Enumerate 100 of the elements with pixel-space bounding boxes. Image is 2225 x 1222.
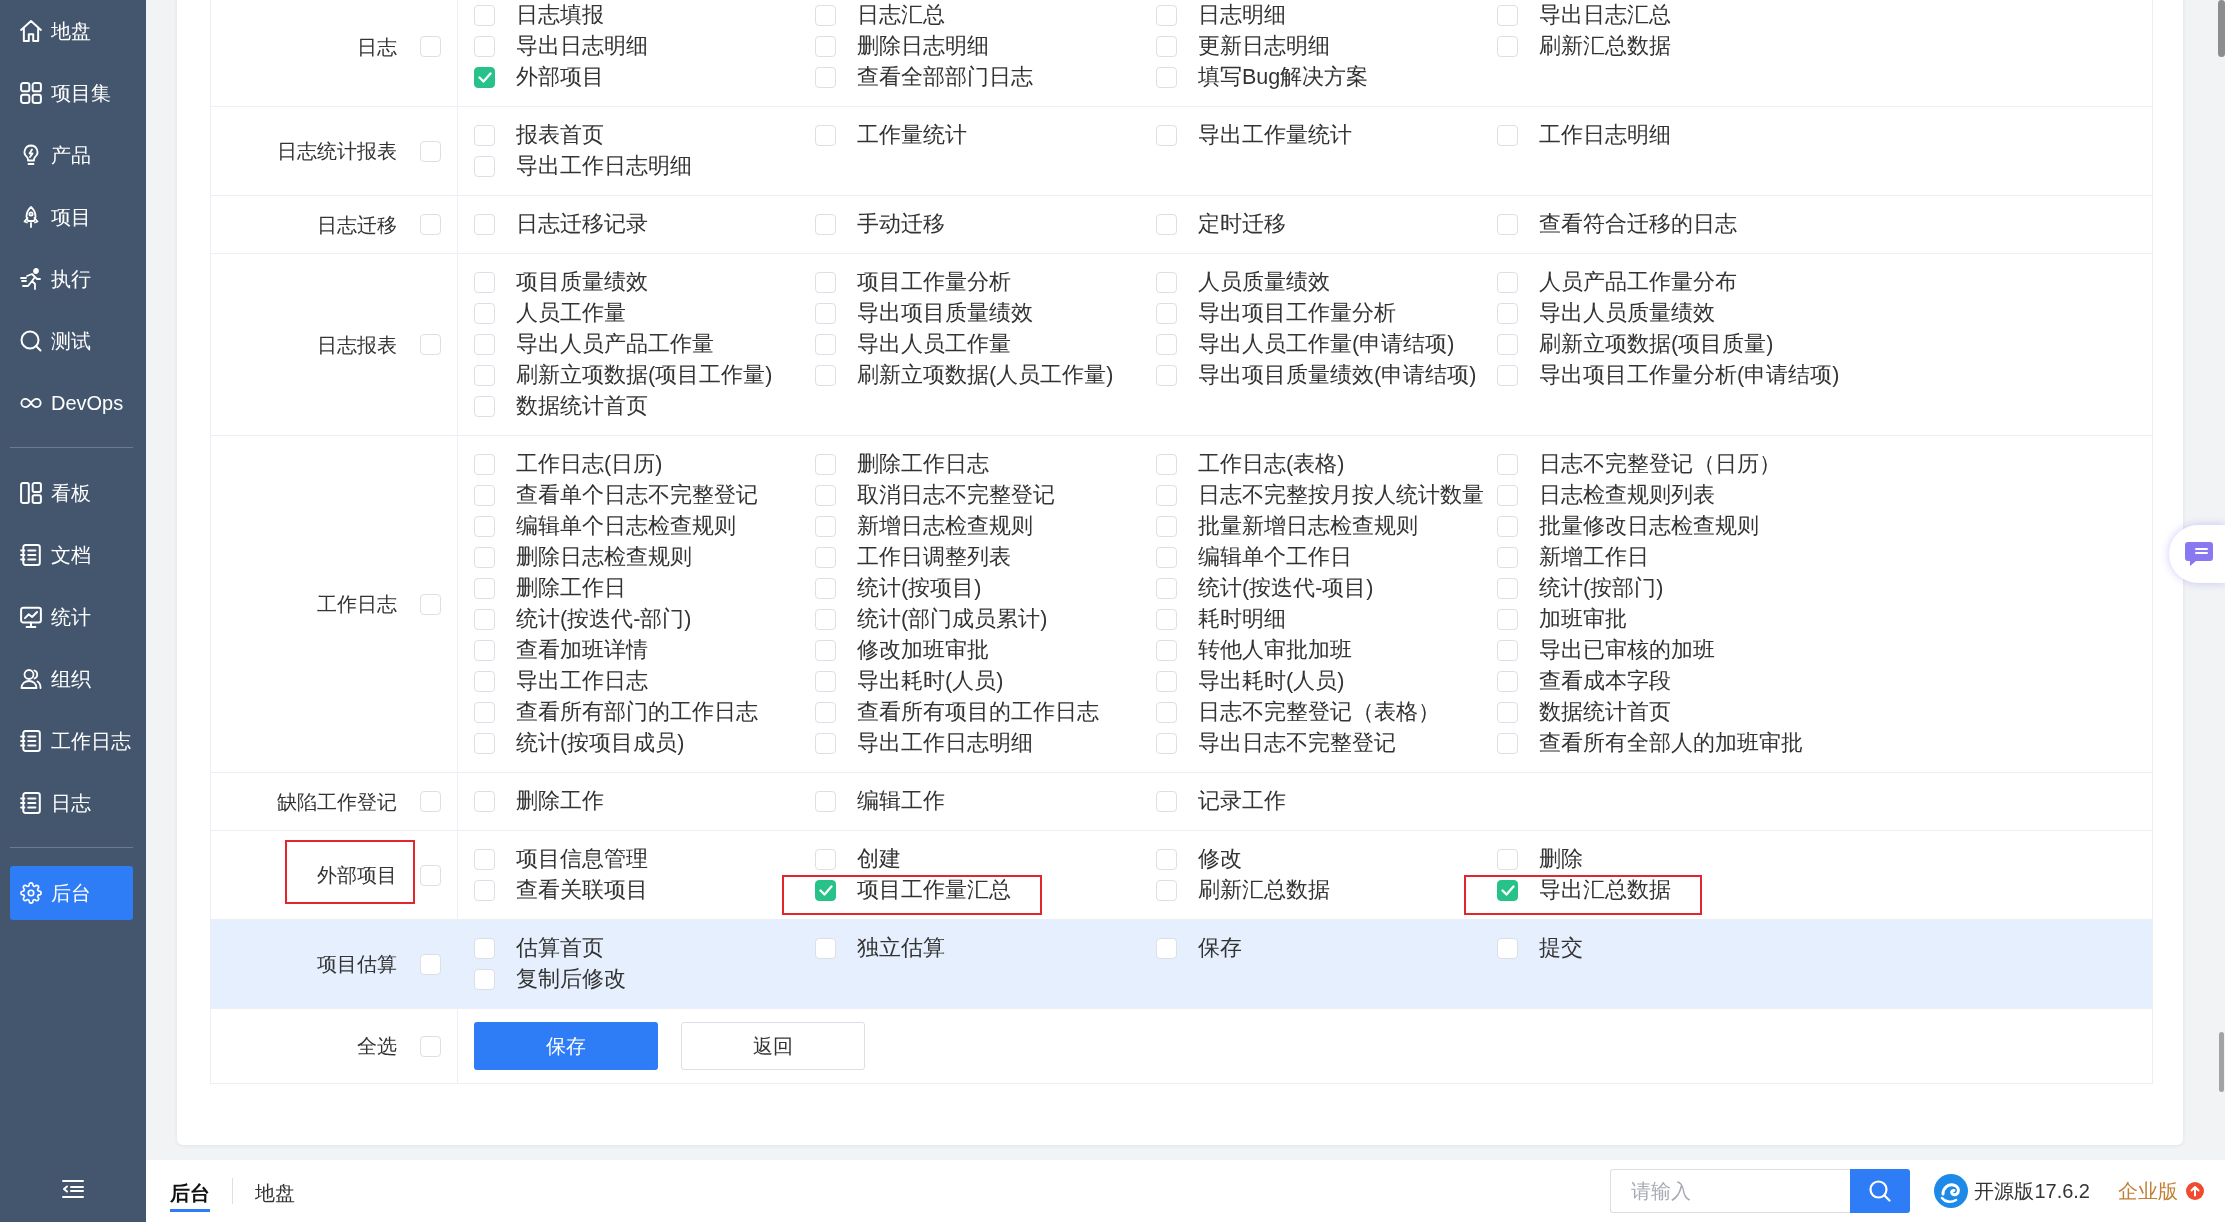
permission-label: 批量修改日志检查规则 [1539, 513, 1759, 540]
permission-label: 手动迁移 [857, 211, 945, 238]
back-button[interactable]: 返回 [681, 1022, 865, 1070]
checkbox[interactable] [474, 67, 495, 88]
permission-label: 导出人员质量绩效 [1539, 300, 1715, 327]
permission-label: 导出已审核的加班 [1539, 637, 1715, 664]
permission-label: 耗时明细 [1198, 606, 1286, 633]
sidebar-item[interactable]: 测试 [10, 314, 133, 368]
permission-label: 删除 [1539, 846, 1583, 873]
permission-label: 导出日志不完整登记 [1198, 730, 1396, 757]
sidebar-item[interactable]: 组织 [10, 652, 133, 706]
section-label: 工作日志 [317, 592, 397, 617]
save-button[interactable]: 保存 [474, 1022, 658, 1070]
section-label: 全选 [357, 1034, 397, 1059]
section-label: 日志迁移 [317, 212, 397, 238]
permission-label: 统计(按迭代-项目) [1198, 575, 1374, 602]
sidebar-item[interactable]: 项目集 [10, 66, 133, 120]
permission-label: 删除工作日志 [857, 451, 989, 478]
sidebar-item[interactable]: 产品 [10, 128, 133, 182]
section-label: 项目估算 [317, 952, 397, 977]
permission-label: 导出耗时(人员) [1198, 668, 1345, 695]
search-icon [1869, 1180, 1892, 1202]
permission-label: 数据统计首页 [1539, 699, 1671, 726]
checkmark-icon [818, 885, 833, 896]
board-icon [20, 482, 42, 504]
permission-label: 定时迁移 [1198, 211, 1286, 238]
permission-label: 工作日志明细 [1539, 122, 1671, 149]
section-label: 外部项目 [317, 863, 397, 888]
permission-label: 日志迁移记录 [516, 211, 648, 238]
permission-label: 项目工作量分析 [857, 269, 1011, 296]
permission-label: 刷新汇总数据 [1539, 33, 1671, 60]
permission-label: 复制后修改 [516, 966, 626, 993]
monitor-icon [20, 606, 42, 628]
permission-label: 导出工作日志明细 [516, 153, 692, 180]
permission-label: 删除日志明细 [857, 33, 989, 60]
permission-label: 项目质量绩效 [516, 269, 648, 296]
permission-label: 导出工作日志 [516, 668, 648, 695]
scrollbar-thumb[interactable] [2219, 1032, 2224, 1092]
permission-label: 统计(部门成员累计) [857, 606, 1048, 633]
sidebar-item[interactable]: 文档 [10, 528, 133, 582]
permission-label: 记录工作 [1198, 788, 1286, 815]
search-field[interactable]: 请输入 [1610, 1169, 1851, 1213]
permission-label: 工作量统计 [857, 122, 967, 149]
permission-label: 人员产品工作量分布 [1539, 269, 1737, 296]
permission-label: 外部项目 [516, 64, 604, 91]
permission-label: 统计(按项目成员) [516, 730, 685, 757]
scrollbar-thumb[interactable] [2218, 0, 2225, 57]
tab[interactable]: 后台 [170, 1174, 210, 1212]
permission-label: 导出项目质量绩效(申请结项) [1198, 362, 1477, 389]
permission-label: 报表首页 [516, 122, 604, 149]
permission-label: 统计(按部门) [1539, 575, 1664, 602]
permission-label: 批量新增日志检查规则 [1198, 513, 1418, 540]
permission-label: 刷新立项数据(项目质量) [1539, 331, 1774, 358]
permission-label: 导出耗时(人员) [857, 668, 1004, 695]
sidebar-item[interactable]: 日志 [10, 776, 133, 830]
version-label: 开源版17.6.2 [1974, 1178, 2090, 1204]
permission-label: 日志填报 [516, 2, 604, 29]
permission-label: 查看加班详情 [516, 637, 648, 664]
chat-button[interactable] [2169, 525, 2225, 583]
permission-label: 独立估算 [857, 935, 945, 962]
permission-label: 导出人员工作量(申请结项) [1198, 331, 1455, 358]
permission-label: 刷新立项数据(项目工作量) [516, 362, 773, 389]
permission-label: 数据统计首页 [516, 393, 648, 420]
permission-label: 日志检查规则列表 [1539, 482, 1715, 509]
section-label: 日志报表 [317, 332, 397, 358]
permission-label: 删除日志检查规则 [516, 544, 692, 571]
sidebar-item[interactable]: 执行 [10, 252, 133, 306]
permission-label: 编辑单个工作日 [1198, 544, 1352, 571]
permission-label: 日志明细 [1198, 2, 1286, 29]
permission-label: 提交 [1539, 935, 1583, 962]
permission-label: 导出项目工作量分析 [1198, 300, 1396, 327]
permission-label: 修改 [1198, 846, 1242, 873]
sidebar-item[interactable]: 项目 [10, 190, 133, 244]
permission-label: 编辑工作 [857, 788, 945, 815]
permission-label: 查看符合迁移的日志 [1539, 211, 1737, 238]
permission-label: 查看全部部门日志 [857, 64, 1033, 91]
permission-label: 保存 [1198, 935, 1242, 962]
running-person-icon [20, 268, 42, 290]
permission-label: 取消日志不完整登记 [857, 482, 1055, 509]
menu-icon[interactable] [62, 1180, 84, 1198]
permission-label: 刷新汇总数据 [1198, 877, 1330, 904]
permission-label: 更新日志明细 [1198, 33, 1330, 60]
tab[interactable]: 地盘 [255, 1174, 295, 1212]
permission-label: 统计(按迭代-部门) [516, 606, 692, 633]
sidebar-item[interactable]: 地盘 [10, 4, 133, 58]
sidebar-item[interactable]: 统计 [10, 590, 133, 644]
permission-label: 日志不完整登记（日历） [1539, 451, 1781, 478]
permission-label: 导出人员工作量 [857, 331, 1011, 358]
sidebar-item[interactable]: 后台 [10, 866, 133, 920]
checkbox[interactable] [1497, 880, 1518, 901]
permission-label: 导出日志明细 [516, 33, 648, 60]
permission-label: 查看关联项目 [516, 877, 648, 904]
users-icon [20, 668, 42, 690]
sidebar-item[interactable]: DevOps [10, 376, 133, 430]
permission-label: 工作日调整列表 [857, 544, 1011, 571]
permission-label: 导出工作量统计 [1198, 122, 1352, 149]
sidebar-item[interactable]: 工作日志 [10, 714, 133, 768]
sidebar-item[interactable]: 看板 [10, 466, 133, 520]
checkbox[interactable] [815, 880, 836, 901]
search-button[interactable] [1850, 1169, 1911, 1213]
